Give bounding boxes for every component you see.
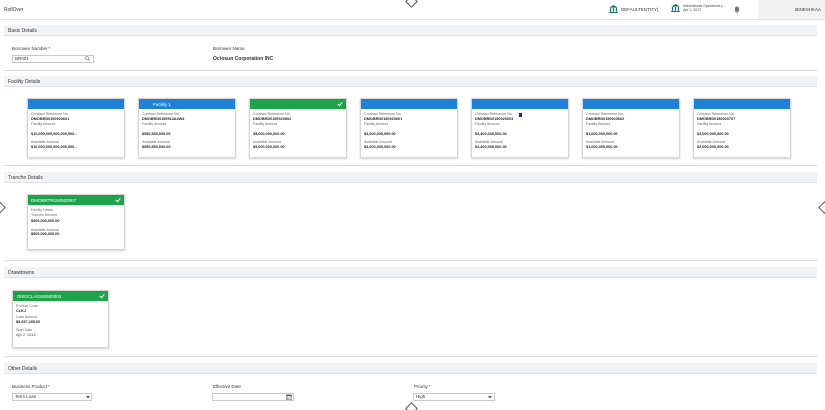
available-amount-value: $2,400,000,000.00 [475,144,507,149]
effective-date-input[interactable] [212,393,294,401]
facility-card[interactable]: Contract Reference No DMOBRD0150920602 Fac… [249,98,347,158]
facility-card-header [583,99,679,109]
borrower-name-value: Octosun Corporation INC [213,56,274,62]
start-date-value: Apr 2, 2014 [16,332,36,337]
priority-select[interactable]: High [413,393,495,401]
facility-card[interactable]: Facility 1 Contract Reference No DMOBRD015… [138,98,236,158]
contract-ref-value: DMOBRD0150920601 [364,116,403,121]
available-amount-value: $2,000,000,000.00 [697,144,729,149]
facility-amount-value: $10,000,000,000,000,000.- [31,131,77,136]
contract-ref-value: DMOBRD0150913A4W4 [142,116,185,121]
facility-amount-value: $1,000,000,000.00 [586,131,618,136]
contract-ref-value: DMOBRD0150920602 [253,116,292,121]
tranche-card-header: DMOBRTR150920007 [28,195,124,205]
available-amount-value: $3,000,000,000.00 [364,144,396,149]
section-other-details: Other Details [4,363,817,374]
check-icon [337,101,343,106]
branch-selector[interactable]: DEFAULTENTITY) [609,5,658,13]
resize-handle-bottom[interactable] [405,402,418,410]
drawdown-id: DMOCLA3150920003 [17,294,62,299]
facility-card-header [28,99,124,109]
bank-icon [671,4,680,12]
available-amount-value: $10,000,000,000,000,000.- [31,144,77,149]
facility-amount-value: $2,000,000,000.00 [697,131,729,136]
tranche-amount-label: Tranche Amount [31,212,58,217]
section-drawdowns: Drawdowns [4,267,817,278]
section-title: Basic Details [8,28,37,34]
chevron-down-icon [488,395,492,398]
facility-card-header [694,99,790,109]
contract-ref-value: DMOBRD0150920602 [586,116,625,121]
search-icon[interactable] [85,56,90,61]
borrower-number-label: Borrower Number* [12,46,51,51]
facility-card-header: Facility 1 [139,99,235,109]
borrower-number-input[interactable]: BR001 [12,55,94,63]
product-code-value: CLKJ [16,308,26,313]
chevron-down-icon [86,395,90,398]
user-name: BINESHKAA [795,7,821,12]
divider [4,260,817,261]
tranche-card[interactable]: DMOBRTR150920007 Facility Name Tranche A… [27,194,125,250]
available-amount-value: $1,000,000,000.00 [586,144,618,149]
facility-amount-value: $2,400,000,000.00 [475,131,507,136]
bell-icon[interactable] [734,6,740,13]
check-icon [99,293,105,298]
available-amount-value: $550,550,000.00 [142,144,171,149]
facility-card-header [472,99,568,109]
drawdown-card-header: DMOCLA3150920003 [13,291,108,301]
facility-card[interactable]: Contract Reference No DMOBRD0150920602 Fac… [582,98,680,158]
section-basic-details: Basic Details [4,25,817,36]
business-product-select[interactable]: Term Loan [12,393,92,401]
branch-label: DEFAULTENTITY) [621,6,659,12]
facility-card-header [361,99,457,109]
facility-title: Facility 1 [153,102,171,107]
drawdown-card[interactable]: DMOCLA3150920003 Product Code CLKJ Loan … [12,290,109,348]
section-facility-details: Facility Details [4,76,817,87]
section-tranche-details: Tranche Details [4,172,817,183]
resize-handle-right[interactable] [818,201,825,214]
section-title: Facility Details [8,79,41,85]
available-amount-value: $5,000,000,000.00 [253,144,285,149]
facility-amount-value: $3,000,000,000.00 [364,131,396,136]
facility-card[interactable]: Contract Reference No DMOBRD0150920601 Fac… [360,98,458,158]
available-amount-value: $500,000,000.00 [31,232,60,236]
section-title: Other Details [8,366,38,372]
facility-card[interactable]: Contract Reference No DMOBRD0150920603 Fac… [471,98,569,158]
facility-card[interactable]: Contract Reference No DMOBRD0150920707 Fac… [693,98,791,158]
tranche-id: DMOBRTR150920007 [31,198,77,203]
resize-handle-left[interactable] [0,201,6,214]
cursor-marker [519,113,522,117]
page-title: RollOver [4,7,24,13]
contract-ref-value: DMOBRD0150920601 [31,116,70,121]
facility-card-header [250,99,346,109]
divider [4,70,817,71]
loan-amount-value: $5,657,295.00 [16,319,41,324]
bank-icon [609,5,618,13]
check-icon [115,197,121,202]
divider [4,165,817,166]
entity-date: Apr 1, 2017 [683,8,702,12]
section-title: Drawdowns [8,270,35,276]
section-title: Tranche Details [8,175,43,181]
business-product-label: Business Product* [12,384,50,389]
contract-ref-value: DMOBRD0150920707 [697,116,736,121]
borrower-name-label: Borrower Name [213,46,245,51]
facility-card[interactable]: Contract Reference No DMOBRD0150920601 Fac… [27,98,125,158]
contract-ref-value: DMOBRD0150920603 [475,116,514,121]
user-menu[interactable]: BINESHKAA [758,0,825,19]
tranche-amount-value: $500,000,000.00 [31,219,60,223]
facility-amount-value: $5,000,000,000.00 [253,131,285,136]
facility-amount-value: $550,550,000.00 [142,131,171,136]
divider [4,356,817,357]
entity-selector[interactable]: International Operations (... Apr 1, 201… [671,4,725,12]
effective-date-label: Effective Date [213,384,241,389]
calendar-icon[interactable] [286,394,292,400]
priority-label: Priority* [414,384,431,389]
